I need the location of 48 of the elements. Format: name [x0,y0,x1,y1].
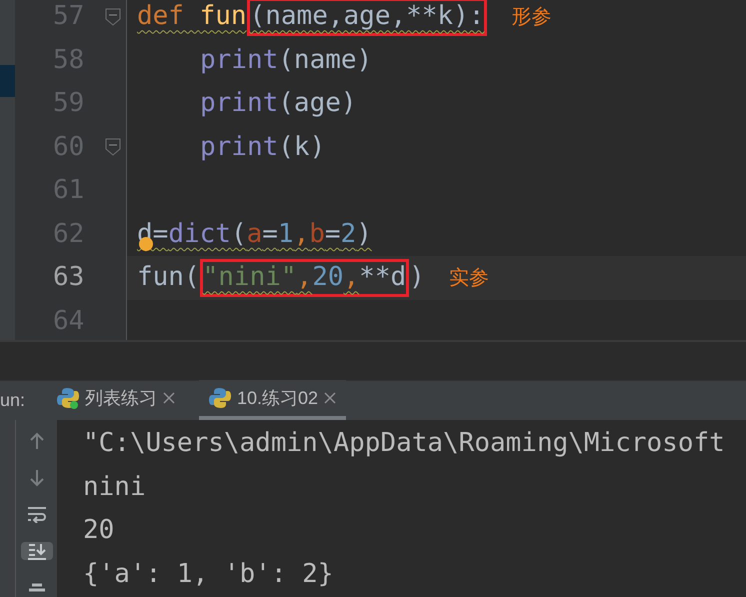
code-token: def [137,0,185,34]
tab-title: 10.练习02 [237,386,318,410]
run-tab[interactable]: 列表练习 [47,380,185,420]
output-line: 20 [83,514,116,548]
code-token: (name) [278,44,372,77]
code-token: b [309,218,325,251]
code-token: 2 [340,218,356,251]
code-token: , [344,261,360,294]
line-number: 63 [53,261,86,294]
annotation-label: 实参 [448,266,489,291]
code-token: print [200,87,278,120]
fold-marker-icon[interactable] [105,8,121,26]
output-line: nini [83,470,147,504]
code-token: print [200,130,278,164]
run-tab[interactable]: 10.练习02 [199,380,346,420]
code-token: , [296,261,312,294]
code-token: (k) [278,130,326,164]
soft-wrap-icon[interactable] [26,505,46,524]
code-token: dict [168,218,231,251]
code-token: = [262,218,278,251]
code-token: fun [200,0,247,34]
code-token: = [324,218,341,251]
code-token: 20 [312,261,344,294]
output-line: {'a': 1, 'b': 2} [83,558,334,591]
code-token: ) [409,261,425,294]
annotation-label: 形参 [511,4,552,30]
output-line: "C:\Users\admin\AppData\Roaming\Microsoft [83,427,726,460]
code-token: (name,age,**k): [250,0,484,34]
printer-icon[interactable] [26,582,46,593]
up-arrow-icon[interactable] [28,432,44,450]
code-token: fun( [137,261,200,294]
code-token: a [246,218,262,251]
code-token: "nini" [202,261,297,294]
scroll-to-end-icon[interactable] [26,542,46,560]
active-tool-highlight [0,65,15,97]
code-token: ( [230,218,247,251]
code-token: , [294,218,310,251]
code-token: (age) [278,87,357,120]
fold-marker-icon[interactable] [105,138,121,156]
code-token: ) [356,218,372,251]
code-token: print [200,44,278,77]
run-label: un: [0,389,26,412]
code-token: 1 [278,218,294,251]
down-arrow-icon[interactable] [28,468,44,487]
code-token: **d [359,261,406,294]
close-icon[interactable] [163,392,175,404]
close-icon[interactable] [324,392,336,404]
tab-title: 列表练习 [85,386,157,410]
